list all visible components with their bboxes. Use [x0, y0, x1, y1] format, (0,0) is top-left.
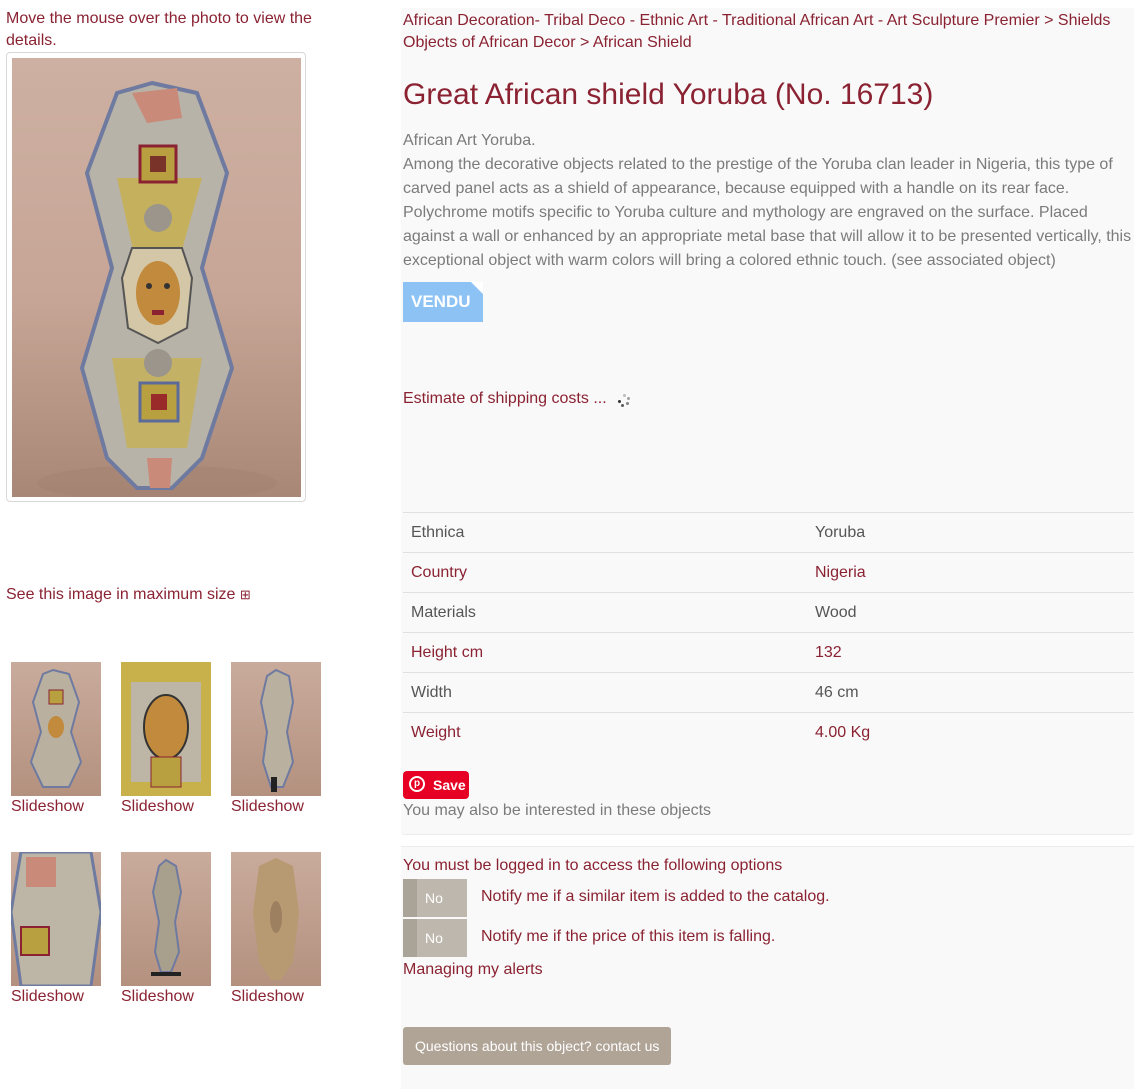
spec-key: Weight	[403, 712, 807, 752]
manage-alerts-link[interactable]: Managing my alerts	[403, 961, 543, 979]
thumbnail-2[interactable]: Slideshow	[121, 662, 211, 816]
spec-key: Materials	[403, 592, 807, 633]
spec-key: Ethnica	[403, 512, 807, 553]
thumbnail-image[interactable]	[11, 662, 101, 796]
thumbnail-3[interactable]: Slideshow	[231, 662, 321, 816]
pinterest-save-button[interactable]: p Save	[403, 771, 469, 799]
breadcrumb-link-current[interactable]: African Shield	[593, 34, 692, 51]
description-body: Among the decorative objects related to …	[403, 156, 1132, 269]
contact-us-button[interactable]: Questions about this object? contact us	[403, 1027, 672, 1065]
table-row: Country Nigeria	[403, 552, 1133, 593]
spec-value: 46 cm	[807, 672, 1133, 713]
related-objects-heading: You may also be interested in these obje…	[403, 802, 712, 819]
thumbnail-image[interactable]	[121, 852, 211, 986]
spec-value: 132	[807, 632, 1133, 673]
sold-badge: VENDU	[403, 282, 483, 322]
sold-badge-label: VENDU	[411, 292, 471, 311]
max-size-link[interactable]: See this image in maximum size ⊞	[6, 586, 251, 604]
breadcrumb: African Decoration- Tribal Deco - Ethnic…	[403, 10, 1133, 54]
spec-key: Width	[403, 672, 807, 713]
shield-image[interactable]	[12, 58, 301, 497]
photo-hint: Move the mouse over the photo to view th…	[6, 10, 312, 49]
thumbnail-image[interactable]	[231, 852, 321, 986]
thumbnail-5[interactable]: Slideshow	[121, 852, 211, 1006]
shipping-estimate-link[interactable]: Estimate of shipping costs ...	[403, 390, 607, 408]
specifications-table: Ethnica Yoruba Country Nigeria Materials…	[403, 512, 1133, 752]
max-size-label[interactable]: See this image in maximum size	[6, 586, 235, 603]
photo-column: Move the mouse over the photo to view th…	[6, 8, 386, 1005]
thumbnail-label[interactable]: Slideshow	[121, 988, 211, 1006]
product-details-panel: African Decoration- Tribal Deco - Ethnic…	[401, 8, 1134, 835]
spec-key: Height cm	[403, 632, 807, 673]
breadcrumb-link-category[interactable]: African Decoration- Tribal Deco - Ethnic…	[403, 12, 1040, 29]
breadcrumb-separator: >	[575, 34, 593, 51]
login-required-notice: You must be logged in to access the foll…	[403, 857, 783, 874]
spec-value: Yoruba	[807, 512, 1133, 553]
similar-item-alert-toggle[interactable]: No	[403, 879, 467, 917]
page-title: Great African shield Yoruba (No. 16713)	[403, 78, 934, 111]
table-row: Weight 4.00 Kg	[403, 712, 1133, 752]
thumbnail-label[interactable]: Slideshow	[231, 798, 321, 816]
thumbnail-image[interactable]	[11, 852, 101, 986]
thumbnail-4[interactable]: Slideshow	[11, 852, 101, 1006]
table-row: Ethnica Yoruba	[403, 512, 1133, 553]
thumbnail-6[interactable]: Slideshow	[231, 852, 321, 1006]
thumbnail-label[interactable]: Slideshow	[11, 988, 101, 1006]
table-row: Width 46 cm	[403, 672, 1133, 713]
spec-value: Wood	[807, 592, 1133, 633]
price-drop-alert-toggle[interactable]: No	[403, 919, 467, 957]
thumbnail-1[interactable]: Slideshow	[11, 662, 101, 816]
toggle-knob	[403, 919, 417, 957]
thumbnail-label[interactable]: Slideshow	[121, 798, 211, 816]
description-intro: African Art Yoruba.	[403, 132, 536, 149]
spec-value: Nigeria	[807, 552, 1133, 593]
table-row: Materials Wood	[403, 592, 1133, 633]
expand-icon[interactable]: ⊞	[240, 587, 251, 602]
thumbnail-image[interactable]	[231, 662, 321, 796]
alerts-section: You must be logged in to access the foll…	[401, 846, 1134, 1089]
toggle-state: No	[425, 930, 443, 946]
main-product-photo[interactable]	[6, 52, 306, 502]
save-button-label: Save	[433, 777, 466, 793]
spec-key: Country	[403, 552, 807, 593]
notify-price-label: Notify me if the price of this item is f…	[481, 928, 776, 945]
spec-value: 4.00 Kg	[807, 712, 1133, 752]
product-description: African Art Yoruba. Among the decorative…	[403, 129, 1133, 273]
breadcrumb-separator: >	[1039, 12, 1058, 29]
toggle-knob	[403, 879, 417, 917]
thumbnail-image[interactable]	[121, 662, 211, 796]
table-row: Height cm 132	[403, 632, 1133, 673]
pinterest-icon: p	[409, 776, 425, 792]
toggle-state: No	[425, 890, 443, 906]
shield-illustration	[37, 80, 277, 497]
loading-spinner-icon	[617, 394, 631, 408]
notify-similar-label: Notify me if a similar item is added to …	[481, 888, 830, 905]
thumbnail-label[interactable]: Slideshow	[231, 988, 321, 1006]
thumbnail-label[interactable]: Slideshow	[11, 798, 101, 816]
badge-corner	[471, 282, 483, 294]
